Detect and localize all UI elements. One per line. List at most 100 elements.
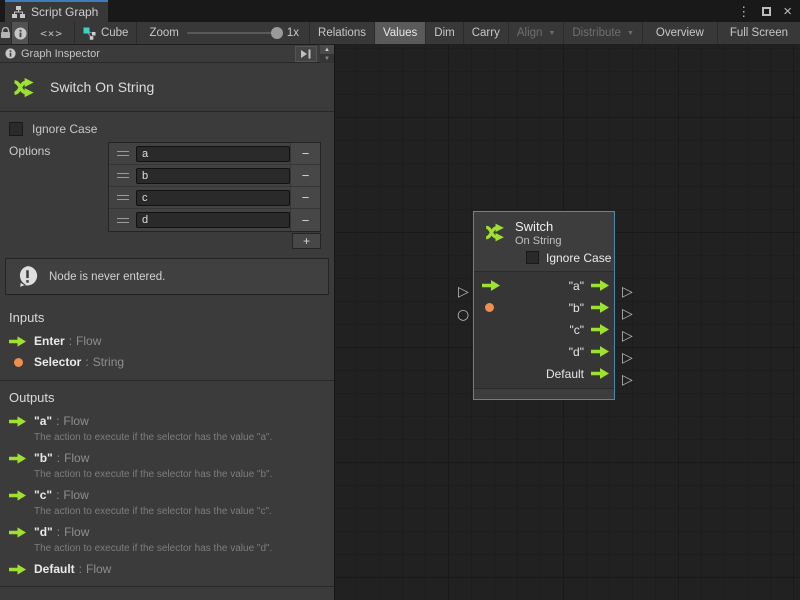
- node-subtitle: On String: [515, 235, 561, 248]
- flow-connection-triangle-icon[interactable]: ▷: [622, 307, 633, 321]
- zoom-slider-handle[interactable]: [271, 27, 283, 39]
- output-flow-port[interactable]: [591, 324, 609, 335]
- input-port-row: Selector : String: [0, 351, 334, 372]
- port-description: The action to execute if the selector ha…: [0, 505, 334, 521]
- flow-port-icon: [9, 416, 27, 427]
- drag-handle[interactable]: [109, 173, 136, 178]
- dock-panel-button[interactable]: [295, 46, 317, 62]
- lock-icon: [0, 27, 11, 39]
- port-description: The action to execute if the selector ha…: [0, 431, 334, 447]
- value-connection-circle-icon[interactable]: ○: [457, 308, 469, 322]
- node-port-row: "d": [474, 341, 614, 363]
- options-label: Options: [9, 142, 108, 158]
- port-label: "b": [569, 301, 584, 315]
- info-icon: [14, 27, 27, 40]
- lock-button[interactable]: [0, 22, 12, 44]
- dropdown-arrow-icon: ▼: [627, 30, 634, 37]
- relations-button[interactable]: Relations: [310, 22, 375, 44]
- port-label: Default: [546, 367, 584, 381]
- panel-scroll-spinner[interactable]: ▲ ▼: [320, 45, 334, 63]
- target-label: Cube: [101, 27, 129, 39]
- code-icon: <×>: [40, 27, 63, 40]
- option-input[interactable]: [136, 146, 290, 162]
- switch-on-string-node[interactable]: Switch On String Ignore Case "a" "b": [473, 211, 615, 400]
- fullscreen-button[interactable]: Full Screen: [718, 22, 800, 44]
- flow-port-icon: [9, 453, 27, 464]
- close-button[interactable]: ×: [783, 4, 792, 19]
- node-header[interactable]: Switch On String Ignore Case: [474, 212, 614, 271]
- option-row: −: [109, 187, 320, 209]
- ignore-case-label: Ignore Case: [32, 122, 97, 136]
- option-input[interactable]: [136, 168, 290, 184]
- output-flow-port[interactable]: [591, 280, 609, 291]
- carry-button[interactable]: Carry: [464, 22, 509, 44]
- flow-port-icon: [9, 527, 27, 538]
- port-description: The action to execute if the selector ha…: [0, 542, 334, 558]
- enter-flow-port[interactable]: [482, 280, 500, 291]
- align-button[interactable]: Align▼: [509, 22, 565, 44]
- remove-option-button[interactable]: −: [290, 187, 320, 208]
- warning-bubble-icon: [15, 264, 40, 289]
- node-ignore-case-row: Ignore Case: [482, 248, 608, 271]
- flow-port-icon: [9, 490, 27, 501]
- option-input[interactable]: [136, 212, 290, 228]
- warning-box: Node is never entered.: [5, 258, 329, 295]
- option-row: −: [109, 165, 320, 187]
- switch-node-icon: [10, 74, 37, 101]
- window-controls: ⋮ ×: [737, 0, 792, 22]
- flow-connection-triangle-icon[interactable]: ▷: [458, 285, 469, 299]
- remove-option-button[interactable]: −: [290, 165, 320, 186]
- dock-right-icon: [300, 49, 312, 59]
- flow-connection-triangle-icon[interactable]: ▷: [622, 373, 633, 387]
- divider: [0, 586, 334, 587]
- output-flow-port[interactable]: [591, 302, 609, 313]
- add-option-button[interactable]: +: [292, 233, 321, 249]
- node-ports: "a" "b" "c" "d": [474, 271, 614, 388]
- drag-handle[interactable]: [109, 151, 136, 156]
- dim-button[interactable]: Dim: [426, 22, 463, 44]
- selector-value-port[interactable]: [485, 303, 494, 312]
- node-port-row: "a": [474, 275, 614, 297]
- zoom-slider[interactable]: [187, 32, 279, 34]
- drag-handle[interactable]: [109, 195, 136, 200]
- output-port-row: "c" : Flow: [0, 484, 334, 505]
- inspector-toggle-button[interactable]: [12, 22, 29, 44]
- port-label: "c": [569, 323, 584, 337]
- port-label: "a": [569, 279, 584, 293]
- flow-connection-triangle-icon[interactable]: ▷: [622, 329, 633, 343]
- drag-handle[interactable]: [109, 218, 136, 223]
- graph-inspector-header: Graph Inspector ▲ ▼: [0, 45, 334, 63]
- distribute-button[interactable]: Distribute▼: [564, 22, 643, 44]
- output-port-row: "a" : Flow: [0, 410, 334, 431]
- ignore-case-checkbox[interactable]: [9, 122, 23, 136]
- switch-node-icon: [482, 220, 507, 245]
- flow-connection-triangle-icon[interactable]: ▷: [622, 351, 633, 365]
- overview-button[interactable]: Overview: [643, 22, 718, 44]
- maximize-button[interactable]: [762, 7, 771, 16]
- window-menu-button[interactable]: ⋮: [737, 5, 750, 18]
- graph-target-button[interactable]: Cube: [75, 22, 138, 44]
- node-ignore-case-checkbox[interactable]: [526, 251, 539, 264]
- scroll-down-icon[interactable]: ▼: [320, 54, 334, 63]
- remove-option-button[interactable]: −: [290, 209, 320, 231]
- node-port-row: "c": [474, 319, 614, 341]
- tab-script-graph[interactable]: Script Graph: [5, 0, 108, 22]
- inspected-node-title: Switch On String: [50, 79, 154, 95]
- input-port-row: Enter : Flow: [0, 330, 334, 351]
- option-input[interactable]: [136, 190, 290, 206]
- code-view-button[interactable]: <×>: [29, 22, 75, 44]
- graph-canvas[interactable]: ▷ ○ ▷ ▷ ▷ ▷ ▷ Switch On String: [335, 45, 800, 600]
- node-ignore-case-label: Ignore Case: [546, 251, 611, 265]
- output-flow-port[interactable]: [591, 368, 609, 379]
- graph-tab-icon: [12, 6, 25, 18]
- option-row: −: [109, 209, 320, 231]
- scroll-up-icon[interactable]: ▲: [320, 45, 334, 54]
- inspected-node-title-block: Switch On String: [0, 63, 334, 111]
- flow-connection-triangle-icon[interactable]: ▷: [622, 285, 633, 299]
- remove-option-button[interactable]: −: [290, 143, 320, 164]
- warning-text: Node is never entered.: [49, 271, 165, 283]
- values-button[interactable]: Values: [375, 22, 426, 44]
- output-flow-port[interactable]: [591, 346, 609, 357]
- flow-port-icon: [9, 336, 27, 347]
- value-port-icon: [9, 358, 27, 367]
